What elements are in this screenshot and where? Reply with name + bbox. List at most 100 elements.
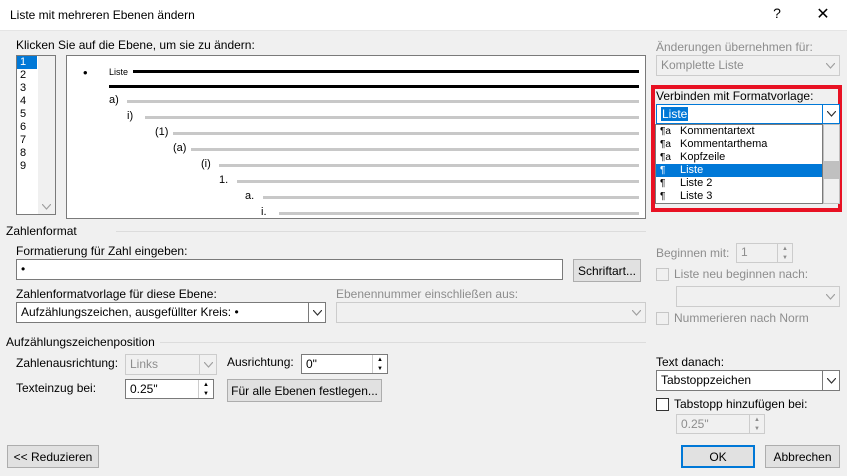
- group-divider: [116, 231, 646, 232]
- preview-line: [145, 116, 639, 119]
- preview-line: [279, 212, 639, 215]
- link-style-dropdown[interactable]: ¶a Kommentartext ¶a Kommentarthema ¶a Kopfzei…: [655, 124, 823, 204]
- preview-marker: i): [127, 110, 134, 122]
- level-item[interactable]: 5: [17, 108, 37, 121]
- linked-style-icon: ¶a: [660, 139, 671, 150]
- level-item[interactable]: 4: [17, 95, 37, 108]
- paragraph-style-icon: ¶: [660, 178, 666, 189]
- indent-spinner[interactable]: 0.25" ▲ ▼: [125, 379, 214, 399]
- preview-marker: i.: [261, 206, 267, 218]
- apply-changes-select[interactable]: Komplette Liste: [656, 55, 840, 76]
- style-option-label: Kopfzeile: [680, 151, 726, 163]
- preview-marker: (a): [173, 142, 187, 154]
- number-style-value: Aufzählungszeichen, ausgefüllter Kreis: …: [21, 305, 239, 319]
- alignment-value: Links: [130, 357, 159, 371]
- spin-up-icon[interactable]: ▲: [373, 355, 387, 364]
- level-item[interactable]: 9: [17, 160, 37, 173]
- style-option[interactable]: ¶a Kommentarthema: [656, 138, 822, 151]
- spinner-buttons[interactable]: ▲ ▼: [198, 380, 213, 398]
- help-icon[interactable]: ?: [770, 5, 784, 21]
- tab-position-value: 0.25": [681, 417, 709, 431]
- linked-style-icon: ¶a: [660, 152, 671, 163]
- link-style-label: Verbinden mit Formatvorlage:: [656, 89, 814, 103]
- position-group-title: Aufzählungszeichenposition: [6, 335, 155, 349]
- tab-position-spinner[interactable]: 0.25" ▲ ▼: [676, 414, 765, 434]
- preview-line: [237, 180, 639, 183]
- preview-line: [109, 85, 639, 88]
- font-button[interactable]: Schriftart...: [573, 259, 641, 282]
- spin-up-icon[interactable]: ▲: [778, 244, 792, 253]
- legal-numbering-checkbox[interactable]: [656, 312, 669, 325]
- legal-numbering-label: Nummerieren nach Norm: [674, 311, 809, 325]
- paragraph-style-icon: ¶: [660, 165, 666, 176]
- indent-value: 0.25": [130, 382, 158, 396]
- style-option[interactable]: ¶ Liste: [656, 164, 822, 177]
- window-title: Liste mit mehreren Ebenen ändern: [10, 8, 195, 22]
- paragraph-style-icon: ¶: [660, 191, 666, 202]
- preview-line: [127, 100, 639, 103]
- alignment-select[interactable]: Links: [125, 354, 217, 375]
- restart-list-checkbox[interactable]: [656, 268, 669, 281]
- apply-changes-label: Änderungen übernehmen für:: [656, 40, 813, 54]
- follow-value: Tabstoppzeichen: [661, 373, 752, 387]
- style-option[interactable]: ¶ Liste 3: [656, 190, 822, 203]
- style-option[interactable]: ¶ Liste 2: [656, 177, 822, 190]
- close-icon[interactable]: ✕: [815, 4, 831, 24]
- align-at-spinner[interactable]: 0" ▲ ▼: [301, 354, 388, 374]
- style-option-label: Liste 2: [680, 177, 713, 189]
- link-style-value: Liste: [661, 107, 689, 121]
- style-label: Zahlenformatvorlage für diese Ebene:: [16, 287, 217, 301]
- format-input[interactable]: •: [16, 259, 563, 280]
- list-preview: • Liste a) i) (1) (a) (i) 1. a. i.: [66, 55, 646, 219]
- spin-down-icon[interactable]: ▼: [199, 389, 213, 398]
- style-option-label: Liste 3: [680, 190, 713, 202]
- align-at-label: Ausrichtung:: [227, 355, 294, 369]
- ok-button[interactable]: OK: [681, 445, 755, 468]
- number-style-select[interactable]: Aufzählungszeichen, ausgefüllter Kreis: …: [16, 302, 326, 323]
- set-all-levels-button[interactable]: Für alle Ebenen festlegen...: [227, 379, 382, 402]
- link-style-combobox[interactable]: Liste: [656, 104, 840, 124]
- style-option[interactable]: ¶a Kopfzeile: [656, 151, 822, 164]
- spinner-buttons[interactable]: ▲ ▼: [777, 244, 792, 262]
- style-option[interactable]: ¶a Kommentartext: [656, 125, 822, 138]
- level-list[interactable]: 123456789: [16, 55, 56, 215]
- linked-style-icon: ¶a: [660, 126, 671, 137]
- dropdown-scrollbar[interactable]: [823, 124, 840, 204]
- group-divider: [160, 342, 646, 343]
- follow-label: Text danach:: [656, 355, 725, 369]
- spinner-buttons[interactable]: ▲ ▼: [749, 415, 764, 433]
- chevron-down-icon[interactable]: [41, 199, 52, 213]
- level-item[interactable]: 8: [17, 147, 37, 160]
- preview-marker: a): [109, 94, 119, 106]
- spin-up-icon[interactable]: ▲: [199, 380, 213, 389]
- level-item[interactable]: 6: [17, 121, 37, 134]
- chevron-down-icon[interactable]: [822, 105, 839, 123]
- preview-marker: 1.: [219, 174, 229, 186]
- restart-list-select[interactable]: [676, 286, 840, 307]
- preview-line: [173, 132, 639, 135]
- level-item[interactable]: 1: [17, 56, 37, 69]
- follow-select[interactable]: Tabstoppzeichen: [656, 370, 840, 391]
- include-level-label: Ebenennummer einschließen aus:: [336, 287, 519, 301]
- chevron-down-icon: [822, 56, 839, 75]
- less-button[interactable]: << Reduzieren: [7, 445, 99, 468]
- chevron-down-icon[interactable]: [822, 371, 839, 390]
- level-item[interactable]: 2: [17, 69, 37, 82]
- spinner-buttons[interactable]: ▲ ▼: [372, 355, 387, 373]
- spin-up-icon[interactable]: ▲: [750, 415, 764, 424]
- level-item[interactable]: 3: [17, 82, 37, 95]
- add-tab-checkbox[interactable]: [656, 398, 669, 411]
- level-list-scrollbar[interactable]: [38, 56, 55, 214]
- scrollbar-thumb[interactable]: [824, 161, 839, 179]
- align-at-value: 0": [306, 357, 317, 371]
- cancel-button[interactable]: Abbrechen: [765, 445, 840, 468]
- chevron-down-icon[interactable]: [308, 303, 325, 322]
- spin-down-icon[interactable]: ▼: [778, 253, 792, 262]
- preview-marker: (i): [201, 158, 211, 170]
- level-item[interactable]: 7: [17, 134, 37, 147]
- preview-line: [263, 196, 639, 199]
- start-at-spinner[interactable]: 1 ▲ ▼: [736, 243, 793, 263]
- spin-down-icon[interactable]: ▼: [750, 424, 764, 433]
- spin-down-icon[interactable]: ▼: [373, 364, 387, 373]
- include-level-select[interactable]: [336, 302, 646, 323]
